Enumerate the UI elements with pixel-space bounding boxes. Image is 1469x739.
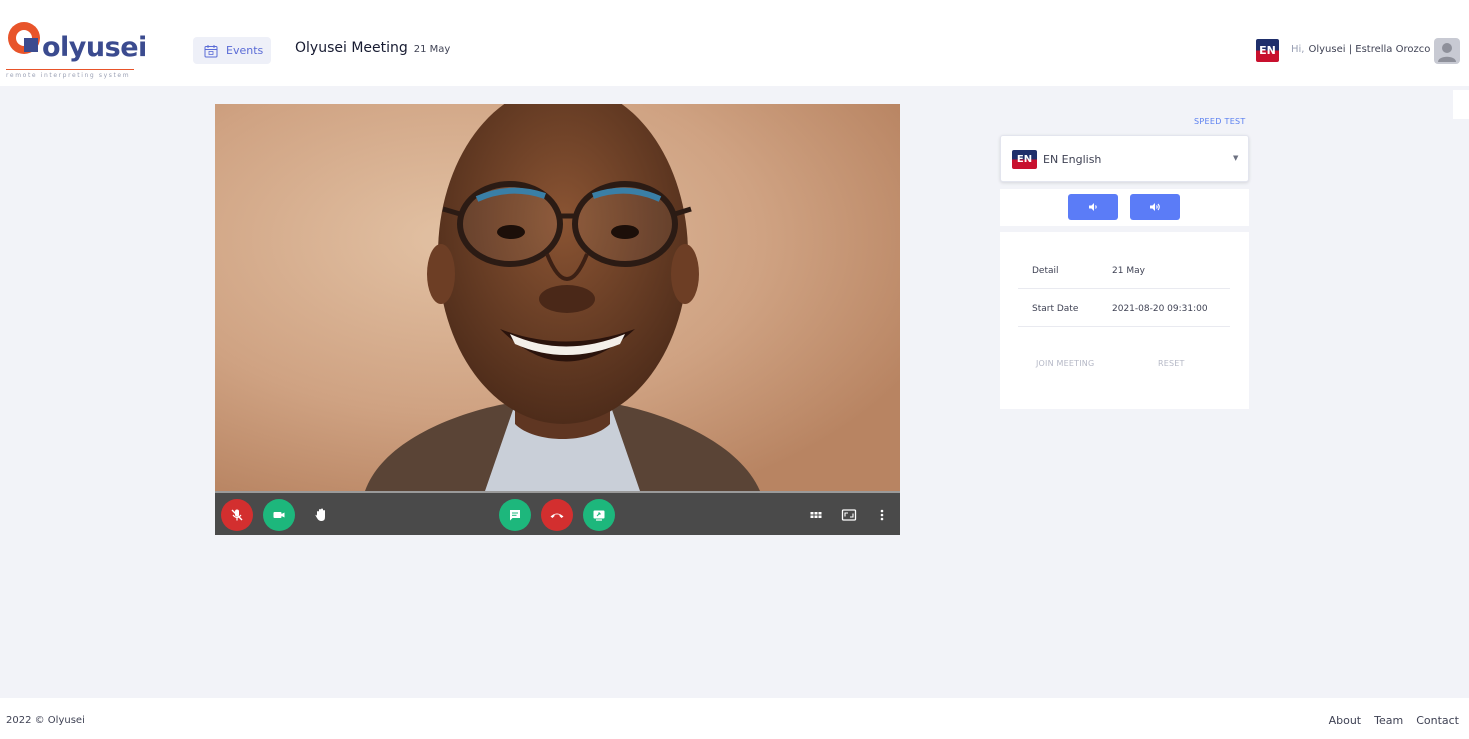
speed-test-link[interactable]: SPEED TEST — [1194, 117, 1246, 126]
more-options-icon — [880, 509, 884, 521]
reset-button[interactable]: RESET — [1158, 359, 1185, 368]
footer-links: About Team Contact — [1329, 714, 1459, 727]
meeting-detail-card: Detail 21 May Start Date 2021-08-20 09:3… — [1000, 232, 1249, 409]
chat-icon — [510, 510, 520, 521]
detail-value: 21 May — [1112, 266, 1145, 276]
hang-up-button[interactable] — [541, 499, 573, 531]
language-select[interactable]: EN EN English ▼ — [1000, 135, 1249, 182]
logo-divider — [6, 69, 134, 70]
footer-link-contact[interactable]: Contact — [1416, 714, 1459, 727]
events-button[interactable]: Events — [193, 37, 271, 64]
start-date-value: 2021-08-20 09:31:00 — [1112, 304, 1208, 314]
chevron-down-icon: ▼ — [1233, 154, 1239, 162]
start-date-row: Start Date 2021-08-20 09:31:00 — [1018, 289, 1230, 327]
toggle-camera-button[interactable] — [263, 499, 295, 531]
chat-button[interactable] — [499, 499, 531, 531]
top-header: olyusei remote interpreting system Event… — [0, 0, 1469, 86]
events-button-label: Events — [226, 44, 264, 57]
meeting-name: Olyusei Meeting — [295, 40, 408, 56]
side-panel-toggle[interactable] — [1453, 90, 1469, 119]
meeting-date: 21 May — [413, 44, 451, 55]
footer-link-about[interactable]: About — [1329, 714, 1362, 727]
copyright-text: 2022 © Olyusei — [6, 715, 85, 726]
raise-hand-icon — [315, 508, 325, 521]
meeting-title: Olyusei Meeting 21 May — [295, 40, 450, 56]
fullscreen-icon — [841, 509, 857, 521]
logo-mark-icon — [8, 22, 40, 54]
raise-hand-button[interactable] — [305, 499, 337, 531]
start-date-label: Start Date — [1032, 304, 1079, 314]
mic-off-icon — [231, 509, 243, 521]
fullscreen-button[interactable] — [833, 499, 865, 531]
hang-up-icon — [550, 513, 564, 518]
page-footer: 2022 © Olyusei About Team Contact — [0, 698, 1469, 739]
more-options-button[interactable] — [866, 499, 898, 531]
participant-photo — [215, 104, 900, 491]
user-silhouette-icon — [1438, 43, 1456, 62]
tile-view-icon — [810, 512, 822, 518]
detail-row: Detail 21 May — [1018, 251, 1230, 289]
language-flag-code: EN — [1259, 44, 1276, 57]
volume-down-button[interactable] — [1068, 194, 1118, 220]
participant-video — [215, 104, 900, 491]
video-toolbar — [215, 491, 900, 535]
screen-share-icon — [593, 510, 605, 521]
logo-text: olyusei — [42, 32, 147, 63]
greeting-hi: Hi, — [1291, 44, 1305, 55]
olyusei-logo[interactable]: olyusei remote interpreting system — [6, 18, 147, 79]
language-select-value: EN English — [1043, 153, 1102, 166]
volume-controls — [1000, 189, 1249, 226]
language-select-flag: EN — [1012, 150, 1037, 169]
share-screen-button[interactable] — [583, 499, 615, 531]
calendar-icon — [204, 44, 218, 57]
tile-view-button[interactable] — [800, 499, 832, 531]
language-flag-badge[interactable]: EN — [1256, 39, 1279, 62]
volume-up-button[interactable] — [1130, 194, 1180, 220]
video-camera-icon — [273, 512, 285, 518]
detail-label: Detail — [1032, 266, 1059, 276]
user-greeting[interactable]: Hi, Olyusei | Estrella Orozco — [1291, 44, 1430, 55]
volume-low-icon — [1089, 203, 1097, 211]
user-name: Olyusei | Estrella Orozco — [1308, 44, 1431, 55]
logo-tagline: remote interpreting system — [6, 72, 131, 79]
user-avatar[interactable] — [1434, 38, 1460, 64]
join-meeting-button[interactable]: JOIN MEETING — [1036, 359, 1094, 368]
mute-microphone-button[interactable] — [221, 499, 253, 531]
footer-link-team[interactable]: Team — [1374, 714, 1403, 727]
language-select-flag-code: EN — [1016, 154, 1033, 165]
volume-high-icon — [1150, 203, 1160, 211]
